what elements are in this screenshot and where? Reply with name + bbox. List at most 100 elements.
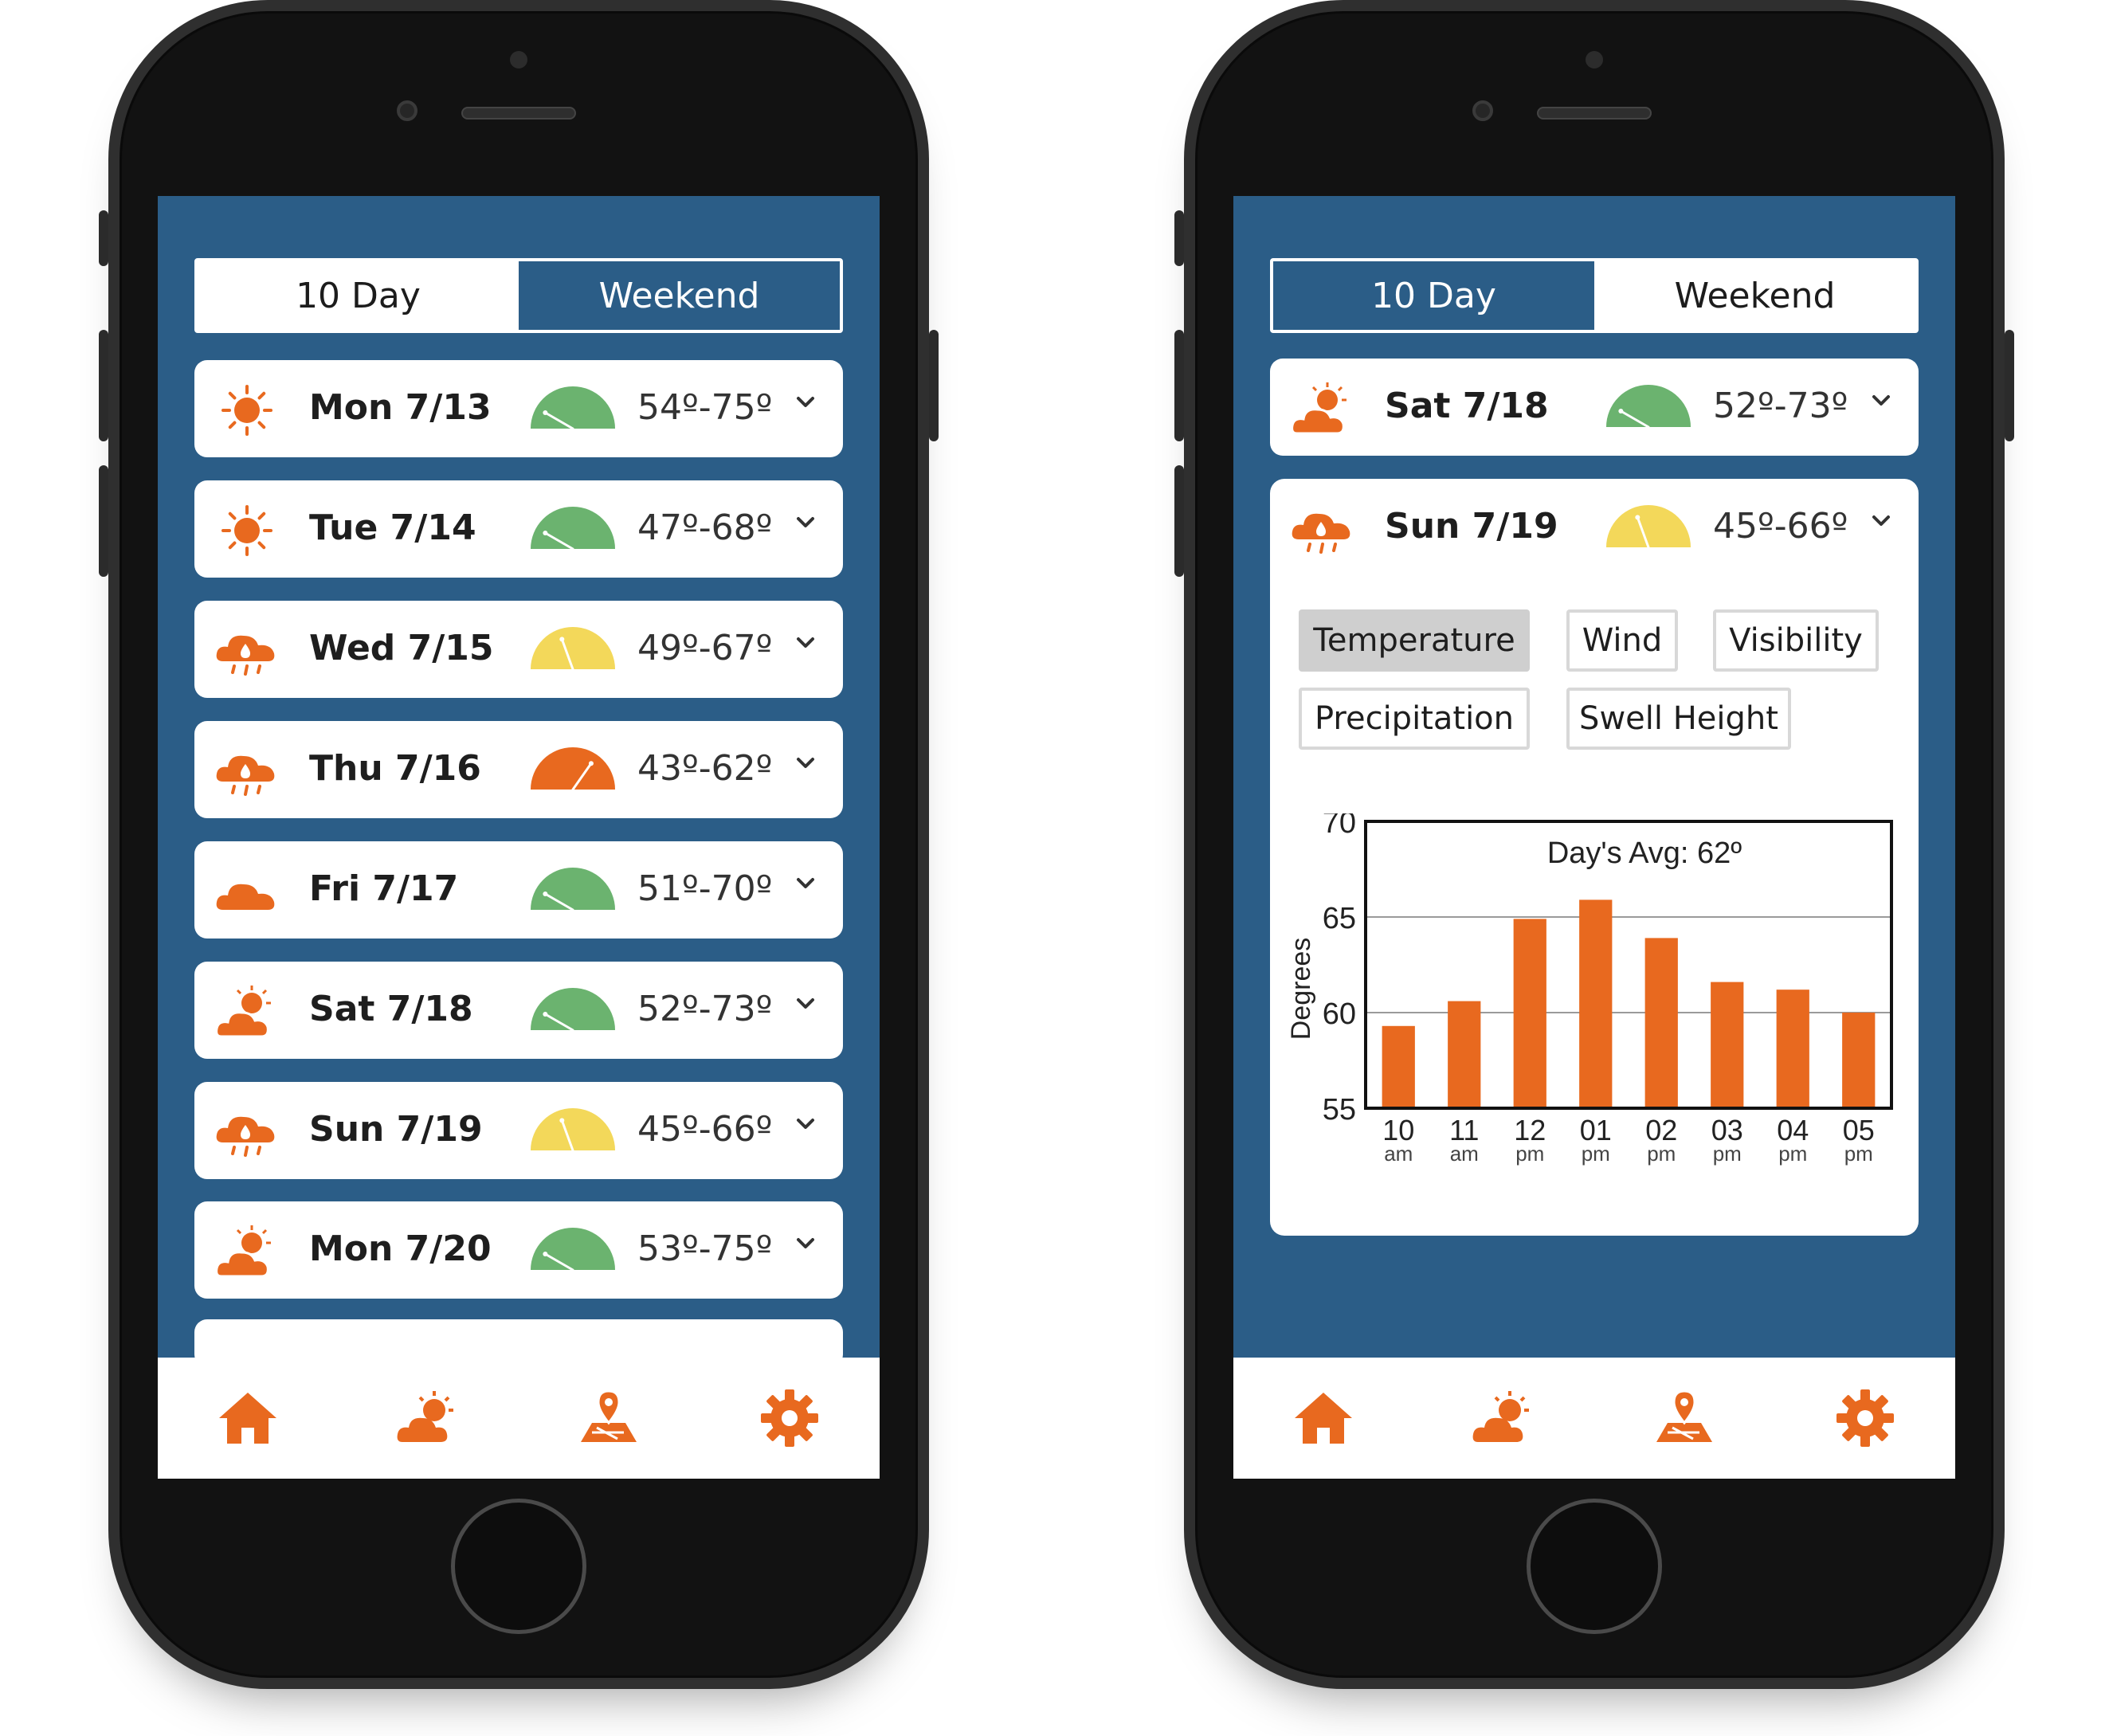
chevron-down-icon[interactable] — [794, 1232, 817, 1256]
nav-forecast-button[interactable] — [1468, 1382, 1540, 1454]
metric-visibility-button[interactable]: Visibility — [1713, 609, 1879, 672]
tab-10-day[interactable]: 10 Day — [198, 261, 519, 330]
bar — [1448, 1001, 1481, 1108]
y-tick-label: 65 — [1323, 902, 1356, 935]
temperature-range: 53º-75º — [637, 1229, 773, 1269]
x-tick-period: pm — [1647, 1142, 1676, 1166]
day-row[interactable]: Mon 7/13 54º-75º — [194, 360, 843, 457]
good-conditions-gauge-icon — [531, 1228, 615, 1272]
bottom-nav — [1233, 1358, 1955, 1479]
day-detail-panel: Temperature Wind Visibility Precipitatio… — [1270, 479, 1919, 1236]
rain-cloud-icon — [216, 755, 275, 796]
bar — [1382, 1025, 1415, 1108]
temperature-range: 52º-73º — [637, 989, 773, 1029]
day-row[interactable]: Sun 7/19 45º-66º — [194, 1082, 843, 1179]
mockup-stage: 10 Day Weekend Mon 7/13 54º-75º Tue 7/14 47… — [0, 0, 2105, 1736]
nav-map-button[interactable] — [1648, 1382, 1720, 1454]
good-conditions-gauge-icon — [531, 507, 615, 551]
metric-swell-height-button[interactable]: Swell Height — [1566, 688, 1791, 750]
day-row[interactable]: Sat 7/18 52º-73º — [194, 962, 843, 1059]
nav-map-button[interactable] — [573, 1382, 645, 1454]
temperature-range: 45º-66º — [1713, 506, 1848, 547]
chevron-down-icon[interactable] — [1869, 389, 1893, 413]
day-row[interactable]: Mon 7/20 53º-75º — [194, 1201, 843, 1299]
volume-down-button — [1174, 465, 1184, 577]
rain-cloud-icon — [216, 635, 275, 676]
chevron-down-icon[interactable] — [794, 751, 817, 775]
day-label: Tue 7/14 — [309, 507, 476, 548]
tab-10-day[interactable]: 10 Day — [1273, 261, 1594, 330]
day-label: Wed 7/15 — [309, 628, 494, 668]
sun-icon — [221, 505, 272, 556]
chevron-down-icon[interactable] — [794, 511, 817, 535]
phone-left: 10 Day Weekend Mon 7/13 54º-75º Tue 7/14 47… — [99, 0, 939, 1689]
temperature-range: 47º-68º — [637, 507, 773, 548]
day-row[interactable]: Sat 7/18 52º-73º — [1270, 359, 1919, 456]
tab-weekend[interactable]: Weekend — [519, 261, 840, 330]
chevron-down-icon[interactable] — [794, 992, 817, 1016]
power-button — [2005, 330, 2014, 441]
nav-home-button[interactable] — [212, 1382, 284, 1454]
temperature-range: 49º-67º — [637, 628, 773, 668]
tab-weekend[interactable]: Weekend — [1594, 261, 1915, 330]
day-label: Mon 7/20 — [309, 1229, 492, 1269]
x-tick-period: am — [1450, 1142, 1479, 1166]
nav-forecast-button[interactable] — [393, 1382, 465, 1454]
temperature-range: 54º-75º — [637, 387, 773, 428]
partly-cloudy-icon — [215, 1225, 271, 1278]
home-icon — [219, 1393, 277, 1444]
forecast-icon — [1472, 1391, 1529, 1442]
day-row[interactable]: Tue 7/14 47º-68º — [194, 480, 843, 578]
day-row[interactable]: Wed 7/15 49º-67º — [194, 601, 843, 698]
day-label: Thu 7/16 — [309, 748, 481, 789]
chevron-down-icon[interactable] — [794, 1112, 817, 1136]
day-label: Fri 7/17 — [309, 868, 459, 909]
chevron-down-icon[interactable] — [1869, 509, 1893, 533]
chevron-down-icon[interactable] — [794, 390, 817, 414]
volume-up-button — [99, 330, 108, 441]
chevron-down-icon[interactable] — [794, 631, 817, 655]
earpiece-speaker — [461, 107, 576, 120]
temperature-range: 43º-62º — [637, 748, 773, 789]
bar — [1513, 919, 1546, 1108]
bar — [1776, 989, 1809, 1108]
home-button[interactable] — [1527, 1499, 1662, 1634]
y-tick-label: 60 — [1323, 997, 1356, 1031]
nav-home-button[interactable] — [1288, 1382, 1359, 1454]
day-row[interactable]: Thu 7/16 43º-62º — [194, 721, 843, 818]
nav-settings-button[interactable] — [754, 1382, 825, 1454]
left-screen: 10 Day Weekend Mon 7/13 54º-75º Tue 7/14 47… — [158, 196, 880, 1479]
map-pin-icon — [581, 1389, 637, 1442]
chevron-down-icon[interactable] — [794, 872, 817, 895]
day-row[interactable]: Sun 7/19 45º-66º — [1270, 479, 1919, 576]
settings-gear-icon — [760, 1389, 818, 1447]
day-row[interactable]: Fri 7/17 51º-70º — [194, 841, 843, 939]
nav-settings-button[interactable] — [1829, 1382, 1901, 1454]
day-label: Sun 7/19 — [309, 1109, 483, 1150]
good-conditions-gauge-icon — [531, 988, 615, 1032]
y-tick-label: 70 — [1323, 813, 1356, 840]
x-tick-period: pm — [1713, 1142, 1742, 1166]
volume-up-button — [1174, 330, 1184, 441]
home-button[interactable] — [451, 1499, 586, 1634]
bar — [1711, 982, 1744, 1108]
sun-icon — [221, 385, 272, 436]
mute-switch — [99, 210, 108, 266]
bar — [1579, 899, 1613, 1108]
map-pin-icon — [1656, 1389, 1713, 1442]
chart-title: Day's Avg: 62º — [1547, 837, 1742, 870]
metric-wind-button[interactable]: Wind — [1566, 609, 1678, 672]
y-axis-label: Degrees — [1286, 938, 1316, 1040]
metric-temperature-button[interactable]: Temperature — [1299, 609, 1530, 672]
proximity-sensor — [397, 100, 417, 121]
temperature-range: 51º-70º — [637, 868, 773, 909]
metric-precipitation-button[interactable]: Precipitation — [1299, 688, 1530, 750]
forecast-range-toggle: 10 Day Weekend — [194, 258, 843, 333]
moderate-conditions-gauge-icon — [531, 1108, 615, 1152]
good-conditions-gauge-icon — [531, 386, 615, 430]
home-icon — [1295, 1393, 1353, 1444]
temperature-range: 45º-66º — [637, 1109, 773, 1150]
day-label: Sun 7/19 — [1385, 506, 1558, 547]
y-tick-label: 55 — [1323, 1093, 1356, 1127]
bar — [1644, 938, 1678, 1108]
